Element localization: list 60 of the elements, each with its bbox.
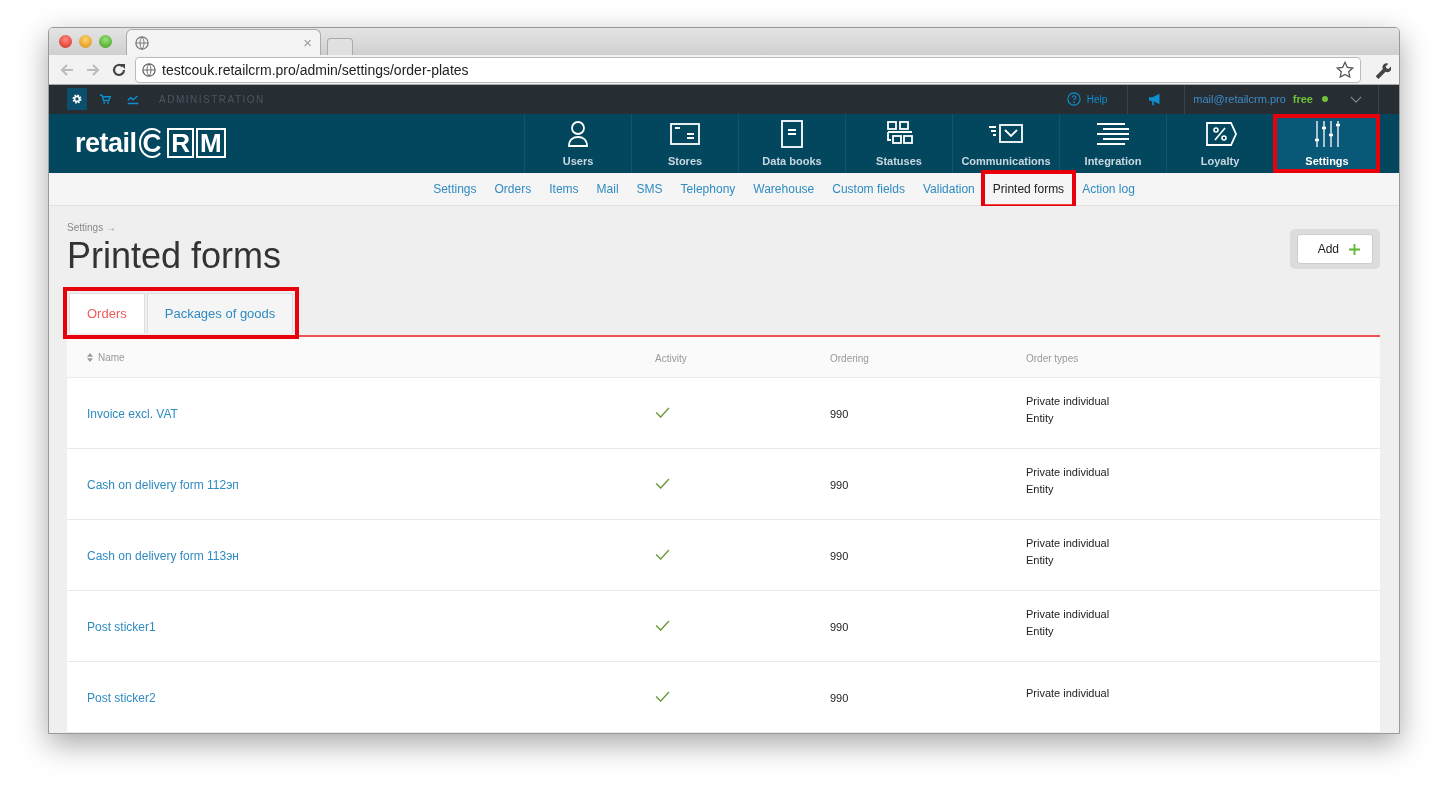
- form-type-tab[interactable]: Packages of goods: [146, 293, 294, 333]
- user-email[interactable]: mail@retailcrm.pro: [1193, 93, 1286, 106]
- ordering-value: 990: [830, 479, 849, 491]
- close-tab-icon[interactable]: ×: [303, 34, 312, 52]
- page-title: Printed forms: [67, 235, 282, 277]
- settings-tab[interactable]: Validation: [914, 174, 983, 204]
- order-type: Entity: [1026, 482, 1055, 495]
- column-header[interactable]: Ordering: [830, 353, 869, 364]
- form-link[interactable]: Cash on delivery form 113эн: [87, 549, 239, 563]
- help-link[interactable]: Help: [1066, 92, 1108, 107]
- order-type: Entity: [1026, 411, 1055, 424]
- breadcrumb[interactable]: Settings →: [67, 222, 282, 233]
- logo[interactable]: retail C R M: [49, 113, 226, 174]
- form-link[interactable]: Post sticker2: [87, 691, 156, 705]
- help-icon: [1066, 92, 1081, 107]
- settings-tab[interactable]: Warehouse: [745, 174, 823, 204]
- add-button[interactable]: Add: [1296, 234, 1373, 264]
- order-type: Private individual: [1026, 536, 1111, 549]
- nav-item[interactable]: Settings: [1273, 113, 1380, 174]
- chevron-down-icon[interactable]: [1350, 95, 1362, 103]
- settings-tab[interactable]: Settings: [425, 174, 485, 204]
- ordering-value: 990: [830, 692, 849, 704]
- star-icon[interactable]: [1336, 60, 1354, 79]
- ordering-value: 990: [830, 550, 849, 562]
- order-type: Entity: [1026, 553, 1055, 566]
- settings-tab[interactable]: Items: [541, 174, 587, 204]
- settings-tab[interactable]: Telephony: [672, 174, 744, 204]
- address-bar[interactable]: testcouk.retailcrm.pro/admin/settings/order-plates: [135, 56, 1361, 83]
- settings-tab[interactable]: SMS: [628, 174, 671, 204]
- column-header[interactable]: Activity: [655, 353, 687, 364]
- settings-tab[interactable]: Mail: [588, 174, 627, 204]
- settings-tab[interactable]: Action log: [1074, 174, 1143, 204]
- column-header[interactable]: Order types: [1026, 353, 1079, 364]
- globe-icon: [142, 62, 156, 77]
- ordering-value: 990: [830, 408, 849, 420]
- plus-icon: [1349, 243, 1360, 255]
- settings-tab[interactable]: Custom fields: [824, 174, 913, 204]
- order-type: Entity: [1026, 624, 1055, 637]
- column-header[interactable]: Name: [87, 352, 125, 363]
- close-window-icon[interactable]: [59, 35, 72, 49]
- form-type-tab[interactable]: Orders: [69, 293, 145, 333]
- online-dot-icon: [1322, 96, 1328, 103]
- order-type: Private individual: [1026, 607, 1111, 620]
- settings-icon[interactable]: [67, 88, 87, 111]
- new-tab-button[interactable]: [327, 38, 353, 56]
- sort-icon[interactable]: [87, 353, 93, 362]
- form-link[interactable]: Cash on delivery form 112эп: [87, 478, 239, 492]
- browser-tab[interactable]: ×: [126, 29, 321, 56]
- settings-tab[interactable]: Orders: [486, 174, 540, 204]
- ordering-value: 990: [830, 621, 849, 633]
- settings-tab[interactable]: Printed forms: [984, 173, 1073, 205]
- form-link[interactable]: Post sticker1: [87, 620, 156, 634]
- wrench-icon[interactable]: [1373, 60, 1391, 79]
- plan-label: free: [1292, 93, 1313, 106]
- order-type: Private individual: [1026, 465, 1111, 478]
- form-link[interactable]: Invoice excl. VAT: [87, 407, 178, 421]
- order-type: Private individual: [1026, 394, 1111, 407]
- globe-icon: [135, 35, 149, 50]
- order-type: Private individual: [1026, 687, 1111, 699]
- nav-item[interactable]: Communications: [952, 113, 1059, 174]
